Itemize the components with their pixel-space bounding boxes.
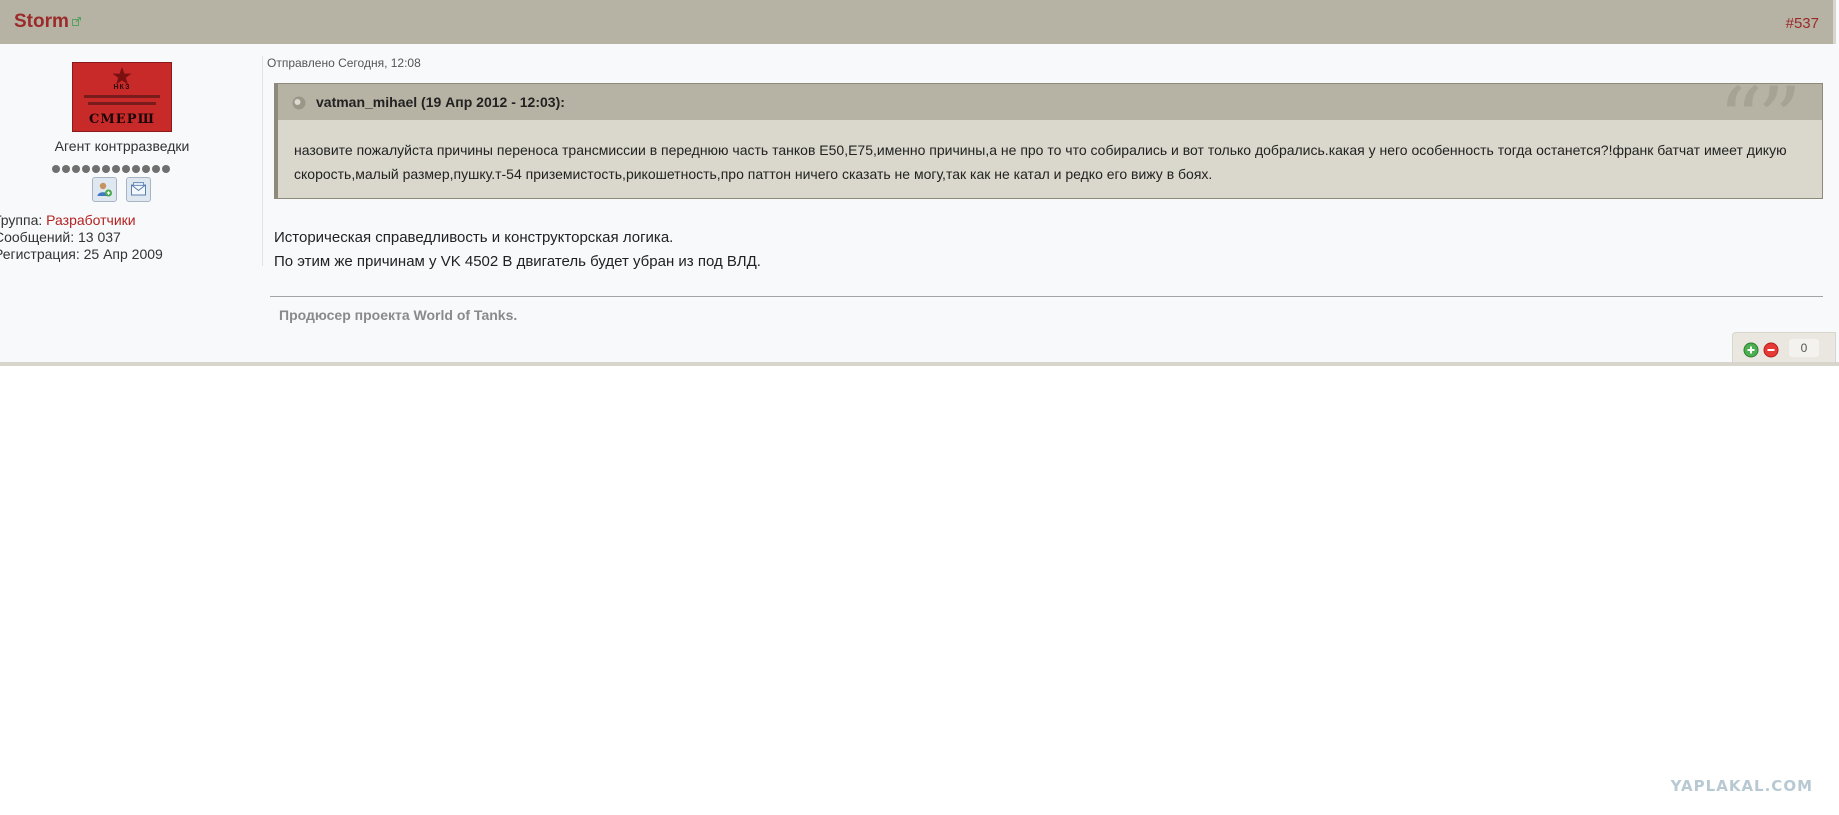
column-divider — [262, 56, 263, 266]
rep-minus-icon[interactable] — [1763, 342, 1779, 358]
avatar-text: СМЕРШ — [89, 112, 155, 127]
author-profile: НКЗ СМЕРШ Агент контрразведки Группа: — [0, 44, 260, 362]
reputation-count: 0 — [1789, 339, 1819, 357]
user-profile-icon — [97, 182, 112, 197]
rank-pip — [52, 165, 60, 173]
author-name-link[interactable]: Storm — [14, 11, 69, 33]
rank-pip — [122, 165, 130, 173]
avatar-top-text: НКЗ — [113, 84, 131, 91]
forum-post: Storm #537 НКЗ СМЕРШ Агент контрразведки — [0, 0, 1839, 366]
star-icon — [112, 67, 132, 85]
post-body-line: Историческая справедливость и конструкто… — [274, 229, 674, 246]
registration-label: Регистрация: — [0, 246, 80, 262]
avatar-decoration — [88, 102, 156, 105]
rank-pip — [62, 165, 70, 173]
registration-stat: Регистрация: 25 Апр 2009 — [0, 246, 163, 262]
group-stat: Группа: Разработчики — [0, 212, 136, 228]
quote-block: vatman_mihael (19 Апр 2012 - 12:03): “” … — [274, 76, 1823, 199]
watermark: YAPLAKAL.COM — [1670, 777, 1813, 795]
group-value[interactable]: Разработчики — [46, 212, 135, 228]
rank-pip — [142, 165, 150, 173]
quote-author: vatman_mihael (19 Апр 2012 - 12:03): — [316, 94, 565, 110]
avatar[interactable]: НКЗ СМЕРШ — [72, 62, 172, 132]
private-message-icon — [131, 182, 146, 196]
group-label: Группа: — [0, 212, 43, 228]
post-date: Отправлено Сегодня, 12:08 — [267, 56, 421, 70]
reputation-box: 0 — [1732, 332, 1836, 362]
rank-pip — [152, 165, 160, 173]
private-message-button[interactable] — [126, 177, 151, 202]
avatar-decoration — [84, 95, 160, 98]
signature: Продюсер проекта World of Tanks. — [279, 307, 518, 323]
rank-pip — [112, 165, 120, 173]
rank-pip — [82, 165, 90, 173]
external-link-icon[interactable] — [72, 17, 81, 26]
post-number-link[interactable]: #537 — [1786, 15, 1819, 32]
rank-pips — [52, 160, 172, 173]
rank-pip — [162, 165, 170, 173]
quote-icon — [292, 96, 306, 110]
rep-plus-icon[interactable] — [1743, 342, 1759, 358]
post-header: Storm #537 — [0, 0, 1836, 44]
posts-value: 13 037 — [78, 229, 121, 245]
posts-stat: Сообщений: 13 037 — [0, 229, 121, 245]
rank-pip — [72, 165, 80, 173]
user-profile-button[interactable] — [92, 177, 117, 202]
rank-pip — [102, 165, 110, 173]
rank-pip — [92, 165, 100, 173]
quote-text: назовите пожалуйста причины переноса тра… — [294, 142, 1787, 182]
posts-label: Сообщений: — [0, 229, 75, 245]
registration-value: 25 Апр 2009 — [83, 246, 163, 262]
post-body-line: По этим же причинам у VK 4502 В двигател… — [274, 253, 761, 270]
post-body: Историческая справедливость и конструкто… — [274, 226, 761, 274]
rank-pip — [132, 165, 140, 173]
rank-title: Агент контрразведки — [54, 138, 190, 154]
signature-separator — [270, 296, 1823, 297]
quote-header: vatman_mihael (19 Апр 2012 - 12:03): “” — [278, 76, 1822, 164]
